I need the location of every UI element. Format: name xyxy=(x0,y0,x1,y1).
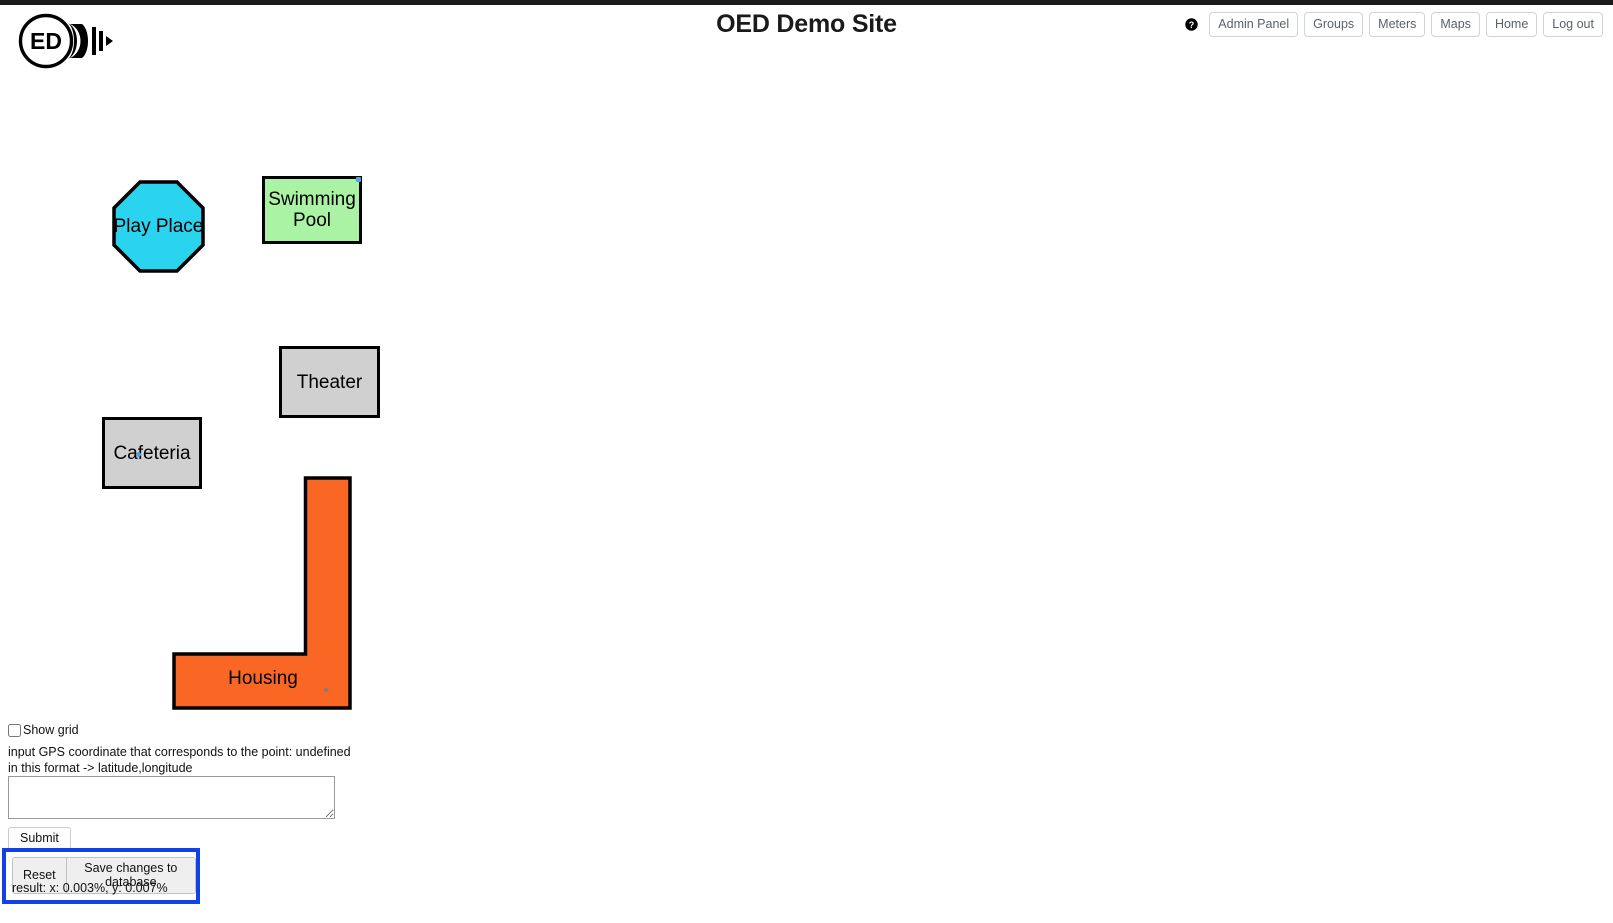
map-canvas[interactable]: Play Place Swimming Pool Theater Cafeter… xyxy=(0,70,1613,710)
nav-button-home[interactable]: Home xyxy=(1485,12,1538,37)
show-grid-label[interactable]: Show grid xyxy=(23,723,79,737)
save-changes-highlight-box: Reset Save changes to database result: x… xyxy=(2,848,200,904)
page-root: ED OED Demo Site ? Admin Panel Groups Me… xyxy=(0,0,1613,923)
cafeteria-marker-dot xyxy=(136,452,141,457)
nav-button-maps[interactable]: Maps xyxy=(1431,12,1480,37)
map-shape-label: Cafeteria xyxy=(113,442,191,464)
gps-hint-text: input GPS coordinate that corresponds to… xyxy=(8,744,351,776)
nav-button-groups[interactable]: Groups xyxy=(1304,12,1364,37)
map-shape-label: Theater xyxy=(296,371,363,393)
show-grid-row: Show grid xyxy=(8,723,79,737)
map-shape-label: Swimming Pool xyxy=(268,189,356,231)
result-coordinates-text: result: x: 0.003%, y: 0.007% xyxy=(12,881,168,895)
nav-button-log-out[interactable]: Log out xyxy=(1543,12,1603,37)
gps-hint-line-2: in this format -> latitude,longitude xyxy=(8,761,193,775)
show-grid-checkbox[interactable] xyxy=(8,723,21,737)
nav-button-meters[interactable]: Meters xyxy=(1369,12,1426,37)
gps-coordinate-input[interactable] xyxy=(8,776,335,819)
gps-hint-line-1: input GPS coordinate that corresponds to… xyxy=(8,745,351,759)
submit-button[interactable]: Submit xyxy=(8,827,71,850)
nav-button-admin-panel[interactable]: Admin Panel xyxy=(1209,12,1299,37)
header-nav: ? Admin Panel Groups Meters Maps Home Lo… xyxy=(1185,12,1603,37)
map-shape-swimming-pool[interactable]: Swimming Pool xyxy=(262,176,362,244)
housing-marker-dot xyxy=(324,688,328,692)
map-shape-housing[interactable]: Housing xyxy=(172,476,354,710)
map-shape-play-place[interactable]: Play Place xyxy=(112,180,205,273)
help-circle-icon[interactable]: ? xyxy=(1185,18,1198,31)
svg-text:?: ? xyxy=(1189,20,1195,30)
site-header: ED OED Demo Site ? Admin Panel Groups Me… xyxy=(0,5,1613,69)
map-shape-theater[interactable]: Theater xyxy=(279,346,380,418)
swimming-pool-marker-dot xyxy=(356,177,361,182)
